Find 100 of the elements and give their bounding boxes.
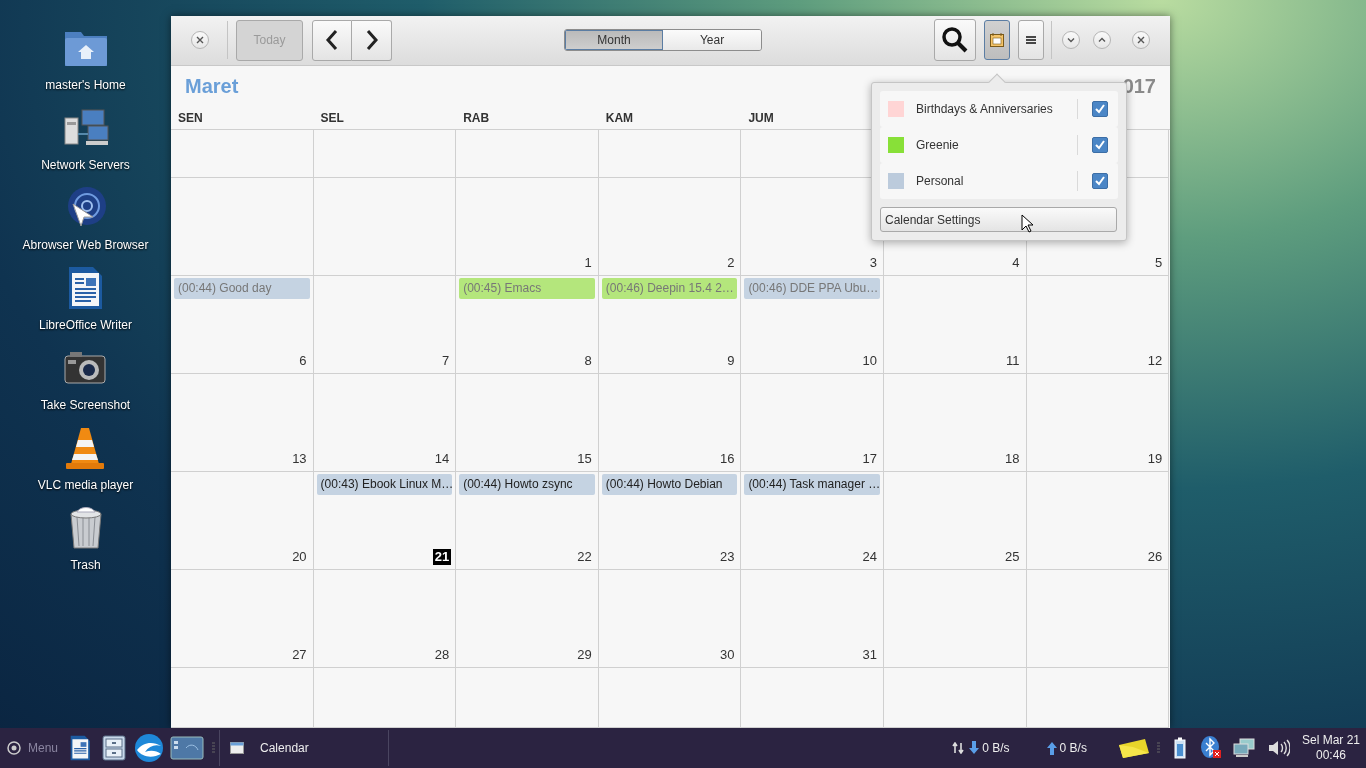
day-cell[interactable]: 30 bbox=[598, 570, 742, 668]
day-cell[interactable]: (00:43) Ebook Linux M… 21 bbox=[313, 472, 457, 570]
icon-label[interactable]: LibreOffice Writer bbox=[39, 316, 132, 334]
event-chip[interactable]: (00:44) Task manager … bbox=[744, 474, 880, 495]
day-cell[interactable] bbox=[171, 130, 314, 178]
download-arrow-icon[interactable] bbox=[968, 741, 981, 755]
close-button[interactable] bbox=[1132, 31, 1150, 50]
day-number: 28 bbox=[433, 647, 451, 663]
browser-icon[interactable] bbox=[134, 733, 165, 763]
day-number: 31 bbox=[861, 647, 878, 663]
day-cell[interactable]: 31 bbox=[741, 570, 884, 668]
icon-label[interactable]: Network Servers bbox=[41, 156, 130, 174]
day-number: 9 bbox=[726, 353, 736, 369]
event-chip[interactable]: (00:43) Ebook Linux M… bbox=[316, 474, 453, 495]
day-cell[interactable] bbox=[171, 178, 314, 276]
day-cell[interactable]: (00:44) Howto Debian 23 bbox=[598, 472, 742, 570]
close-button[interactable] bbox=[191, 31, 209, 50]
next-button[interactable] bbox=[352, 19, 392, 61]
weekday-header: RAB bbox=[462, 109, 491, 127]
handle-icon[interactable] bbox=[1156, 742, 1160, 754]
day-cell[interactable]: (00:44) Howto zsync 22 bbox=[456, 472, 599, 570]
event-chip[interactable]: (00:44) Howto Debian bbox=[601, 474, 738, 495]
day-number: 22 bbox=[576, 549, 593, 565]
day-number: 2 bbox=[726, 255, 736, 271]
icon-label[interactable]: Take Screenshot bbox=[40, 396, 131, 414]
checkbox[interactable] bbox=[1092, 101, 1108, 117]
file-cabinet-icon[interactable] bbox=[100, 734, 129, 762]
day-cell[interactable]: (00:44) Good day 6 bbox=[171, 276, 314, 374]
icon-label[interactable]: VLC media player bbox=[37, 476, 134, 494]
day-cell[interactable]: 12 bbox=[1026, 276, 1170, 374]
day-cell[interactable] bbox=[1026, 570, 1170, 668]
day-number: 16 bbox=[718, 451, 736, 467]
day-number: 5 bbox=[1153, 255, 1164, 271]
previous-button[interactable] bbox=[312, 19, 352, 61]
day-cell[interactable] bbox=[598, 130, 742, 178]
day-cell[interactable]: 16 bbox=[598, 374, 742, 472]
day-cell[interactable]: 25 bbox=[883, 472, 1027, 570]
view-tab[interactable]: Month bbox=[565, 30, 663, 51]
day-number: 4 bbox=[1011, 255, 1021, 271]
day-cell[interactable]: 7 bbox=[313, 276, 457, 374]
view-tab[interactable]: Year bbox=[663, 30, 761, 51]
settings-button[interactable]: Calendar Settings bbox=[880, 207, 1117, 232]
day-cell[interactable]: 19 bbox=[1026, 374, 1170, 472]
day-cell[interactable]: 20 bbox=[171, 472, 314, 570]
icon-label[interactable]: master's Home bbox=[45, 76, 126, 94]
day-cell[interactable]: 2 bbox=[598, 178, 742, 276]
icon-label[interactable]: Abrowser Web Browser bbox=[22, 236, 149, 254]
day-number: 13 bbox=[291, 451, 308, 467]
search-button[interactable] bbox=[934, 19, 976, 62]
power-icon[interactable] bbox=[6, 740, 22, 756]
day-number: 15 bbox=[576, 451, 593, 467]
note-icon[interactable] bbox=[1116, 737, 1151, 759]
day-cell[interactable]: 18 bbox=[883, 374, 1027, 472]
day-cell[interactable]: 29 bbox=[456, 570, 599, 668]
battery-icon[interactable] bbox=[1173, 737, 1186, 759]
menu-button[interactable] bbox=[1018, 20, 1044, 61]
day-number: 30 bbox=[718, 647, 736, 663]
day-number: 27 bbox=[291, 647, 308, 663]
day-cell[interactable]: 15 bbox=[456, 374, 599, 472]
day-cell[interactable]: (00:45) Emacs 8 bbox=[456, 276, 599, 374]
network-icon[interactable] bbox=[1231, 738, 1256, 758]
desktop-icon[interactable] bbox=[170, 734, 205, 762]
day-cell[interactable]: (00:44) Task manager … 24 bbox=[741, 472, 884, 570]
day-cell[interactable]: 17 bbox=[741, 374, 884, 472]
day-cell[interactable] bbox=[883, 570, 1027, 668]
day-cell[interactable] bbox=[456, 130, 599, 178]
window-icon bbox=[230, 742, 245, 754]
menu-label[interactable]: Menu bbox=[28, 739, 59, 757]
transfer-arrows-icon[interactable] bbox=[952, 742, 965, 754]
event-chip[interactable]: (00:44) Howto zsync bbox=[459, 474, 595, 495]
clock-time[interactable]: 00:46 bbox=[1301, 748, 1360, 763]
day-number: 3 bbox=[868, 255, 878, 271]
month-title: Maret bbox=[185, 74, 239, 100]
minimize-button[interactable] bbox=[1062, 31, 1080, 50]
upload-arrow-icon[interactable] bbox=[1045, 741, 1058, 755]
icon-label[interactable]: Trash bbox=[70, 556, 101, 574]
volume-icon[interactable] bbox=[1267, 739, 1290, 757]
search-icon bbox=[941, 26, 969, 55]
day-cell[interactable]: 27 bbox=[171, 570, 314, 668]
weekday-header: SEL bbox=[319, 109, 345, 127]
checkbox[interactable] bbox=[1092, 137, 1108, 153]
day-cell[interactable]: 11 bbox=[883, 276, 1027, 374]
checkbox[interactable] bbox=[1092, 173, 1108, 189]
day-cell[interactable]: (00:46) Deepin 15.4 2… 9 bbox=[598, 276, 742, 374]
day-cell[interactable] bbox=[313, 130, 457, 178]
clock-date[interactable]: Sel Mar 21 bbox=[1301, 733, 1360, 748]
download-speed: 0 B/s bbox=[982, 740, 1010, 757]
day-cell[interactable]: 13 bbox=[171, 374, 314, 472]
task-button[interactable]: Calendar bbox=[220, 728, 389, 768]
day-cell[interactable]: 1 bbox=[456, 178, 599, 276]
day-cell[interactable] bbox=[313, 178, 457, 276]
checkmark-icon bbox=[1094, 139, 1106, 151]
day-cell[interactable]: 26 bbox=[1026, 472, 1170, 570]
bluetooth-icon[interactable] bbox=[1199, 736, 1222, 760]
day-cell[interactable]: 14 bbox=[313, 374, 457, 472]
day-cell[interactable]: 28 bbox=[313, 570, 457, 668]
handle-icon[interactable] bbox=[212, 742, 216, 754]
day-cell[interactable]: (00:46) DDE PPA Ubu… 10 bbox=[741, 276, 884, 374]
maximize-button[interactable] bbox=[1093, 31, 1111, 50]
calendars-button[interactable] bbox=[984, 20, 1010, 61]
